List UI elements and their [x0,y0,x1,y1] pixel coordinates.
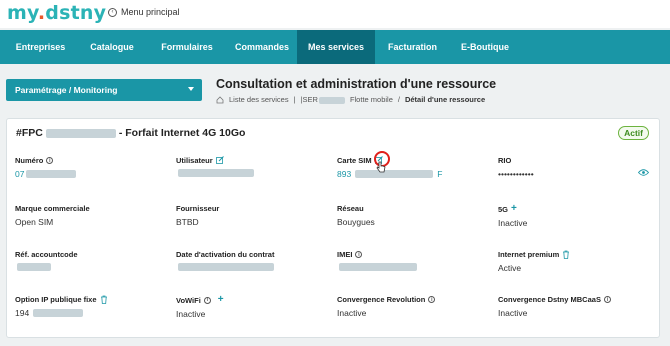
resource-card: #FPC - Forfait Internet 4G 10Go Actif Nu… [6,118,660,338]
nav-item-mes-services[interactable]: Mes services [297,30,375,64]
menu-principal-label: Menu principal [121,7,180,17]
field-utilisateur: Utilisateur [176,156,326,177]
breadcrumb-current: Détail d'une ressource [404,95,486,104]
resource-title: #FPC - Forfait Internet 4G 10Go [16,127,246,139]
field-fournisseur: Fournisseur BTBD [176,204,326,227]
rio-value: •••••••••••• [498,169,534,179]
date-activation-value [176,263,326,271]
field-option-ip: Option IP publique fixe 194 [15,295,165,318]
menu-principal-link[interactable]: ‹ Menu principal [108,7,180,17]
nav-item-facturation[interactable]: Facturation [375,30,450,64]
breadcrumb-separator: | [293,95,296,104]
info-icon[interactable]: i [603,296,611,303]
field-convergence-mbcaas: Convergence Dstny MBCaaS i Inactive [498,295,648,318]
field-vowifi: VoWiFi i + Inactive [176,295,326,320]
field-rio: RIO •••••••••••• [498,156,648,179]
breadcrumb-separator: / [397,95,400,104]
eye-icon[interactable] [638,169,649,176]
internet-premium-value: Active [498,263,522,273]
option-ip-value: 194 [15,308,165,318]
numero-value[interactable]: 07 [15,169,165,179]
trash-icon[interactable] [100,295,108,304]
field-reseau: Réseau Bouygues [337,204,487,227]
utilisateur-value [176,169,326,177]
info-icon[interactable]: i [46,157,54,164]
page-title: Consultation et administration d'une res… [216,77,497,91]
logo[interactable]: my.dstny [7,2,106,24]
top-bar: my.dstny ‹ Menu principal [0,0,670,28]
plus-icon[interactable]: + [511,204,517,214]
info-icon[interactable]: i [355,251,363,258]
breadcrumb-flotte-mobile[interactable]: Flotte mobile [350,95,393,104]
field-convergence-revolution: Convergence Revolution i Inactive [337,295,487,318]
field-date-activation: Date d'activation du contrat [176,250,326,271]
nav-item-entreprises[interactable]: Entreprises [4,30,77,64]
info-icon[interactable]: i [203,296,211,304]
convergence-revolution-value: Inactive [337,308,367,318]
parametrage-monitoring-dropdown[interactable]: Paramétrage / Monitoring [6,79,202,101]
breadcrumb-service[interactable]: |SER [301,95,345,104]
vowifi-value: Inactive [176,309,206,319]
reseau-value: Bouygues [337,217,375,227]
dropdown-label: Paramétrage / Monitoring [15,85,118,95]
ref-accountcode-value [15,263,165,271]
five-g-value: Inactive [498,218,528,228]
carte-sim-value[interactable]: 893 F [337,169,487,179]
hand-cursor-icon [376,161,386,173]
nav-item-catalogue[interactable]: Catalogue [77,30,147,64]
back-arrow-icon: ‹ [108,7,117,17]
field-internet-premium: Internet premium Active [498,250,648,273]
main-nav: Entreprises Catalogue Formulaires Comman… [0,30,670,64]
marque-commerciale-value: Open SIM [15,217,54,227]
chevron-down-icon [188,87,194,91]
nav-item-formulaires[interactable]: Formulaires [147,30,227,64]
field-5g: 5G + Inactive [498,204,648,229]
nav-item-e-boutique[interactable]: E-Boutique [450,30,520,64]
field-marque-commerciale: Marque commerciale Open SIM [15,204,165,227]
imei-value [337,263,487,271]
edit-icon[interactable] [215,156,225,165]
info-icon[interactable]: i [428,296,436,303]
nav-item-commandes[interactable]: Commandes [227,30,297,64]
trash-icon[interactable] [562,250,570,259]
breadcrumb: Liste des services | |SER Flotte mobile … [216,95,485,104]
breadcrumb-liste-des-services[interactable]: Liste des services [229,95,289,104]
field-imei: IMEI i [337,250,487,271]
fournisseur-value: BTBD [176,217,199,227]
home-icon [216,95,224,103]
field-ref-accountcode: Réf. accountcode [15,250,165,271]
field-numero: Numéro i 07 [15,156,165,179]
status-badge: Actif [618,126,649,140]
plus-icon[interactable]: + [218,295,224,305]
field-carte-sim: Carte SIM 893 F [337,156,487,179]
convergence-mbcaas-value: Inactive [498,308,528,318]
